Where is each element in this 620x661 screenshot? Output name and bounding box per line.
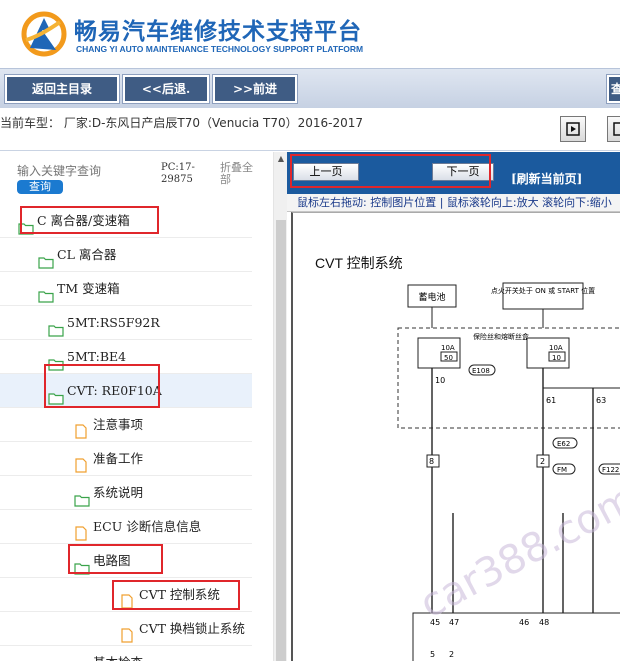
document-viewer: 上一页 下一页 [刷新当前页] 鼠标左右拖动: 控制图片位置 | 鼠标滚轮向上:… <box>287 152 620 661</box>
highlight-box <box>44 364 160 408</box>
tree-item-label: TM 变速箱 <box>57 281 120 296</box>
collapse-all-link[interactable]: 折叠全部 <box>220 162 260 186</box>
tree-item[interactable]: TM 变速箱 <box>0 272 252 306</box>
battery-label: 蓄电池 <box>418 291 445 303</box>
folder-icon <box>74 656 90 661</box>
watermark: car388.com <box>413 476 620 628</box>
pin-2: 2 <box>540 457 545 466</box>
brand-logo-icon <box>21 11 67 57</box>
current-vehicle: 当前车型： 厂家:D-东风日产启辰T70（Venucia T70）2016-20… <box>0 116 364 130</box>
tree-item-label: ECU 诊断信息信息 <box>93 519 202 534</box>
tree-item[interactable]: 准备工作 <box>0 442 252 476</box>
window-icon[interactable] <box>607 116 620 142</box>
document-icon <box>74 520 90 541</box>
highlight-box <box>290 154 491 188</box>
back-button[interactable]: <<后退. <box>122 74 210 104</box>
tree-item[interactable]: 注意事项 <box>0 408 252 442</box>
tree-item[interactable]: 基本检查 <box>0 646 252 661</box>
tree-item[interactable]: ECU 诊断信息信息 <box>0 510 252 544</box>
folder-icon <box>74 486 90 507</box>
sidebar-scrollbar[interactable]: ▲ <box>273 152 287 661</box>
forward-button[interactable]: >>前进 <box>212 74 298 104</box>
folder-icon <box>48 316 64 337</box>
tree-item[interactable]: CVT 换档锁止系统 <box>0 612 252 646</box>
viewer-hint: 鼠标左右拖动: 控制图片位置 | 鼠标滚轮向上:放大 滚轮向下:缩小 <box>287 194 620 212</box>
tree-item-label: 基本检查 <box>93 646 143 661</box>
tree-item-label: 系统说明 <box>93 485 144 500</box>
app-subtitle: CHANG YI AUTO MAINTENANCE TECHNOLOGY SUP… <box>76 44 364 54</box>
query-button[interactable]: 查 <box>606 74 620 104</box>
tree-item-label: CL 离合器 <box>57 247 117 262</box>
circuit-schematic: 蓄电池 点火开关处于 ON 或 START 位置 保险丝和熔断丝盒 10A 50… <box>397 282 620 661</box>
play-icon[interactable] <box>560 116 586 142</box>
pc-code: PC:17-29875 <box>161 162 195 185</box>
connector-fm: FM <box>557 466 567 474</box>
folder-icon <box>38 282 54 303</box>
document-icon <box>74 452 90 473</box>
pin-5: 5 <box>430 650 435 659</box>
tree-item-label: 5MT:RS5F92R <box>67 315 160 330</box>
vehicle-bar: 当前车型： 厂家:D-东风日产启辰T70（Venucia T70）2016-20… <box>0 108 620 151</box>
tree-item[interactable]: 系统说明 <box>0 476 252 510</box>
pin-8: 8 <box>429 457 434 466</box>
pin-61: 61 <box>546 396 556 405</box>
scroll-up-icon[interactable]: ▲ <box>274 154 287 168</box>
fuse1-rating: 10A <box>441 344 455 352</box>
pin-47: 47 <box>449 618 459 627</box>
tree-item-label: CVT 换档锁止系统 <box>139 621 245 636</box>
catalog-sidebar: 查询 PC:17-29875 折叠全部 C 离合器/变速箱CL 离合器TM 变速… <box>0 152 287 661</box>
pin-10: 10 <box>435 376 445 385</box>
document-icon <box>74 418 90 439</box>
tree-item[interactable]: 5MT:RS5F92R <box>0 306 252 340</box>
scroll-thumb[interactable] <box>276 220 286 661</box>
tree-item-label: 注意事项 <box>93 417 144 432</box>
highlight-box <box>20 206 159 234</box>
nav-bar: 返回主目录 <<后退. >>前进 查 <box>0 68 620 108</box>
connector-e62: E62 <box>557 440 570 448</box>
document-icon <box>120 622 136 643</box>
tree-item-label: 准备工作 <box>93 451 144 466</box>
highlight-box <box>68 544 163 574</box>
app-header: 畅易汽车维修技术支持平台 CHANG YI AUTO MAINTENANCE T… <box>0 0 620 68</box>
search-input[interactable] <box>17 162 157 180</box>
folder-icon <box>48 350 64 371</box>
refresh-page-link[interactable]: [刷新当前页] <box>511 170 582 187</box>
fuse1-number: 50 <box>444 354 453 362</box>
pin-46: 46 <box>519 618 529 627</box>
fuse-block-label: 保险丝和熔断丝盒 <box>473 332 529 341</box>
pin-2b: 2 <box>449 650 454 659</box>
home-button[interactable]: 返回主目录 <box>4 74 120 104</box>
highlight-box <box>112 580 240 610</box>
viewer-toolbar: 上一页 下一页 [刷新当前页] <box>287 152 620 194</box>
fuse2-number: 10 <box>552 354 561 362</box>
app-title: 畅易汽车维修技术支持平台 <box>74 19 362 45</box>
tree-item[interactable]: CL 离合器 <box>0 238 252 272</box>
pin-63: 63 <box>596 396 606 405</box>
connector-f122: F122 <box>602 466 619 474</box>
fuse2-rating: 10A <box>549 344 563 352</box>
folder-icon <box>38 248 54 269</box>
search-button[interactable]: 查询 <box>17 180 63 194</box>
wiring-diagram[interactable]: CVT 控制系统 蓄电池 点火开关处于 ON 或 START 位置 保险丝和熔断… <box>291 212 620 661</box>
connector-e108: E108 <box>472 367 490 375</box>
pin-48: 48 <box>539 618 549 627</box>
ignition-label: 点火开关处于 ON 或 START 位置 <box>491 286 595 295</box>
